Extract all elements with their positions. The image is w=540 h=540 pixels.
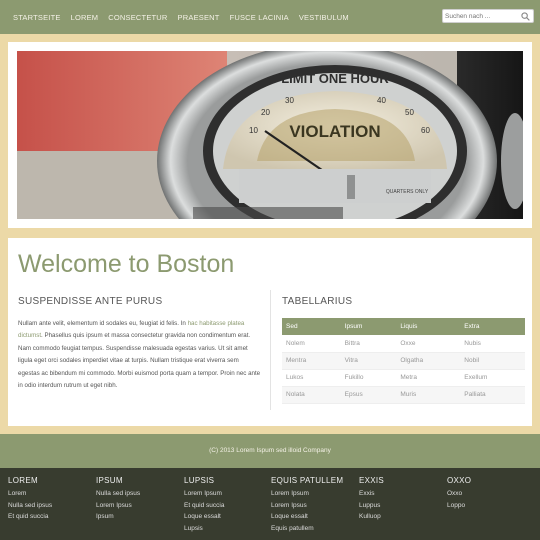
table-cell: Exellum — [460, 369, 525, 387]
table-cell: Vitra — [340, 352, 397, 370]
intro-paragraph: Nullam ante velit, elementum id sodales … — [18, 318, 262, 392]
table-cell: Nobil — [460, 352, 525, 370]
search-box — [442, 9, 534, 23]
column-divider — [270, 290, 271, 410]
parking-meter-photo: LIMIT ONE HOUR VIOLATION 10 20 30 40 50 … — [17, 51, 523, 219]
table-cell: Olgatha — [396, 352, 461, 370]
footer-link[interactable]: Loppo — [447, 500, 533, 512]
meter-small-text: QUARTERS ONLY — [386, 189, 429, 195]
column-header: Ipsum — [340, 318, 397, 335]
table-cell: Nolem — [282, 335, 341, 353]
footer-link[interactable]: Exxis — [359, 488, 445, 500]
table-cell: Bittra — [340, 335, 397, 353]
nav-menu: STARTSEITE LOREM CONSECTETUR PRAESENT FU… — [13, 0, 349, 34]
footer-link[interactable]: Luppus — [359, 500, 445, 512]
footer-heading: EXXIS — [359, 476, 385, 485]
intro-section: SUSPENDISSE ANTE PURUS Nullam ante velit… — [18, 296, 262, 392]
footer-column-equis-patullem: EQUIS PATULLEM Lorem Ipsum Lorem Ipsus L… — [271, 476, 359, 534]
footer-heading: IPSUM — [96, 476, 123, 485]
footer-link[interactable]: Lupsis — [184, 523, 270, 535]
column-header: Extra — [460, 318, 525, 335]
meter-tick-40: 40 — [377, 96, 386, 105]
footer-column-oxxo: OXXO Oxxo Loppo — [447, 476, 533, 511]
footer-column-lorem: LOREM Lorem Nulla sed ipsus Et quid succ… — [8, 476, 94, 523]
table-cell: Oxxe — [396, 335, 461, 353]
footer-column-exxis: EXXIS Exxis Luppus Kulluop — [359, 476, 445, 523]
hero-banner: LIMIT ONE HOUR VIOLATION 10 20 30 40 50 … — [8, 42, 532, 228]
footer-link[interactable]: Lorem Ipsus — [271, 500, 359, 512]
footer-link[interactable]: Oxxo — [447, 488, 533, 500]
table-cell: Fukillo — [340, 369, 397, 387]
footer-column-lupsis: LUPSIS Lorem Ipsum Et quid succia Loque … — [184, 476, 270, 534]
footer-link[interactable]: Et quid succia — [8, 511, 94, 523]
table-row: Mentra Vitra Olgatha Nobil — [282, 352, 525, 370]
footer-link[interactable]: Loque essalt — [271, 511, 359, 523]
footer-link[interactable]: Equis patullem — [271, 523, 359, 535]
table-cell: Palliata — [460, 386, 525, 404]
table-cell: Muris — [396, 386, 461, 404]
paragraph-text: Nullam ante velit, elementum id sodales … — [18, 320, 188, 327]
footer-link[interactable]: Kulluop — [359, 511, 445, 523]
footer-heading: OXXO — [447, 476, 472, 485]
nav-item-praesent[interactable]: PRAESENT — [178, 13, 220, 22]
table-cell: Metra — [396, 369, 461, 387]
table-cell: Epsus — [340, 386, 397, 404]
footer-link[interactable]: Lorem — [8, 488, 94, 500]
meter-tick-60: 60 — [421, 126, 430, 135]
table-heading: TABELLARIUS — [282, 296, 353, 307]
nav-item-startseite[interactable]: STARTSEITE — [13, 13, 61, 22]
table-row: Lukos Fukillo Metra Exellum — [282, 369, 525, 387]
meter-violation-text: VIOLATION — [289, 122, 380, 141]
footer-link[interactable]: Lorem Ipsum — [184, 488, 270, 500]
copyright-bar: (C) 2013 Lorem Ispum sed illoid Company — [0, 434, 540, 468]
table-section: TABELLARIUS Sed Ipsum Liquis Extra Nolem… — [282, 296, 526, 404]
nav-item-consectetur[interactable]: CONSECTETUR — [108, 13, 167, 22]
column-header: Sed — [282, 318, 341, 335]
table-cell: Lukos — [282, 369, 341, 387]
table-header-row: Sed Ipsum Liquis Extra — [282, 318, 525, 335]
table-cell: Mentra — [282, 352, 341, 370]
table-row: Nolata Epsus Muris Palliata — [282, 386, 525, 404]
footer-link[interactable]: Loque essalt — [184, 511, 270, 523]
footer-link[interactable]: Lorem Ipsum — [271, 488, 359, 500]
data-table: Sed Ipsum Liquis Extra Nolem Bittra Oxxe… — [282, 318, 525, 404]
paragraph-text: . Phasellus quis ipsum et massa consecte… — [18, 332, 261, 390]
table-cell: Nubis — [460, 335, 525, 353]
section-heading: SUSPENDISSE ANTE PURUS — [18, 296, 163, 307]
column-header: Liquis — [396, 318, 461, 335]
footer-link[interactable]: Nulla sed ipsus — [8, 500, 94, 512]
nav-item-vestibulum[interactable]: VESTIBULUM — [299, 13, 349, 22]
footer-heading: LUPSIS — [184, 476, 215, 485]
copyright-text: (C) 2013 Lorem Ispum sed illoid Company — [209, 447, 331, 454]
footer-heading: LOREM — [8, 476, 38, 485]
footer-link[interactable]: Et quid succia — [184, 500, 270, 512]
footer-heading: EQUIS PATULLEM — [271, 476, 344, 485]
meter-tick-10: 10 — [249, 126, 258, 135]
footer: LOREM Lorem Nulla sed ipsus Et quid succ… — [0, 468, 540, 540]
content-card: Welcome to Boston SUSPENDISSE ANTE PURUS… — [8, 238, 532, 426]
nav-item-lorem[interactable]: LOREM — [71, 13, 99, 22]
nav-item-fusce-lacinia[interactable]: FUSCE LACINIA — [230, 13, 289, 22]
meter-top-text: LIMIT ONE HOUR — [281, 71, 389, 86]
footer-link[interactable]: Lorem Ipsus — [96, 500, 182, 512]
hero-image: LIMIT ONE HOUR VIOLATION 10 20 30 40 50 … — [17, 51, 523, 219]
footer-column-ipsum: IPSUM Nulla sed ipsus Lorem Ipsus Ipsum — [96, 476, 182, 523]
search-input[interactable] — [445, 11, 519, 22]
meter-tick-30: 30 — [285, 96, 294, 105]
table-cell: Nolata — [282, 386, 341, 404]
search-icon[interactable] — [521, 12, 530, 21]
top-navigation: STARTSEITE LOREM CONSECTETUR PRAESENT FU… — [0, 0, 540, 34]
page-title: Welcome to Boston — [18, 250, 235, 278]
table-row: Nolem Bittra Oxxe Nubis — [282, 335, 525, 353]
meter-tick-50: 50 — [405, 108, 414, 117]
footer-link[interactable]: Ipsum — [96, 511, 182, 523]
meter-tick-20: 20 — [261, 108, 270, 117]
footer-link[interactable]: Nulla sed ipsus — [96, 488, 182, 500]
